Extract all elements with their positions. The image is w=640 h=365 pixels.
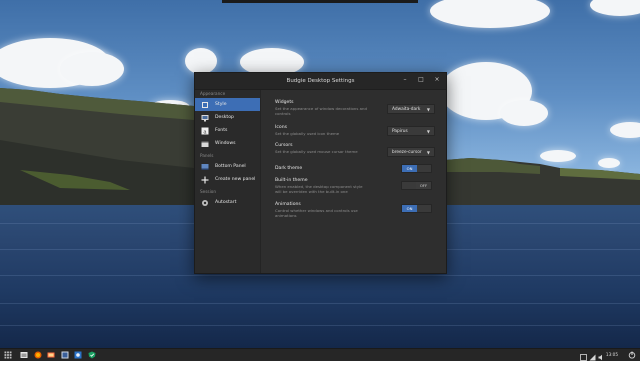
setting-widgets: Widgets Set the appearance of window dec… [275, 100, 435, 116]
setting-cursors: Cursors Set the globally used mouse curs… [275, 143, 435, 157]
window-titlebar[interactable]: Budgie Desktop Settings – □ × [195, 73, 446, 90]
dark-theme-toggle[interactable]: ON [401, 164, 432, 173]
system-tray [580, 351, 605, 361]
panel-icon [201, 163, 209, 171]
toggle-state: OFF [416, 182, 431, 189]
icons-theme-dropdown[interactable]: Papirus ▼ [387, 126, 435, 136]
widgets-theme-dropdown[interactable]: Adwaita-dark ▼ [387, 104, 435, 114]
shield-icon[interactable] [88, 351, 96, 359]
windows-icon [201, 140, 209, 148]
animations-toggle[interactable]: ON [401, 204, 432, 213]
top-edge-bar [222, 0, 418, 3]
clock[interactable]: 13:05 [606, 351, 618, 359]
builtin-theme-toggle[interactable]: OFF [401, 181, 432, 190]
firefox-icon[interactable] [34, 351, 42, 359]
screenshot-icon[interactable] [580, 346, 587, 365]
setting-description: When enabled, the desktop component styl… [275, 184, 363, 194]
dropdown-value: Adwaita-dark [392, 107, 421, 112]
cloud [590, 0, 640, 16]
sidebar-item-create-panel[interactable]: Create new panel [195, 173, 260, 186]
sidebar-item-label: Windows [215, 141, 236, 146]
sidebar-item-fonts[interactable]: a Fonts [195, 124, 260, 137]
toggle-state: ON [402, 165, 417, 172]
volume-icon[interactable] [598, 346, 605, 365]
file-manager-icon[interactable] [20, 351, 28, 359]
maximize-button[interactable]: □ [417, 76, 425, 84]
settings-content: Widgets Set the appearance of window dec… [261, 90, 446, 273]
chevron-down-icon: ▼ [426, 150, 430, 155]
sidebar-item-windows[interactable]: Windows [195, 137, 260, 150]
toggle-state: ON [402, 205, 417, 212]
close-button[interactable]: × [433, 76, 441, 84]
sidebar-item-label: Style [215, 102, 227, 107]
cloud [185, 48, 217, 74]
sidebar-item-label: Create new panel [215, 177, 256, 182]
plus-icon [201, 176, 209, 184]
media-icon[interactable] [61, 351, 69, 359]
power-icon[interactable] [628, 351, 636, 359]
gear-icon [201, 199, 209, 207]
app-menu-icon[interactable] [4, 351, 12, 359]
sidebar-item-label: Desktop [215, 115, 234, 120]
setting-description: Control whether windows and controls use… [275, 208, 358, 218]
chevron-down-icon: ▼ [426, 107, 430, 112]
setting-description: Set the appearance of window decorations… [275, 106, 367, 116]
setting-description: Set the globally used icon theme [275, 131, 340, 136]
mail-icon[interactable] [47, 351, 55, 359]
sidebar-item-label: Autostart [215, 200, 237, 205]
sidebar-item-style[interactable]: Style [195, 98, 260, 111]
dropdown-value: Papirus [392, 129, 408, 134]
desktop-icon [201, 114, 209, 122]
section-header-session: Session [200, 189, 216, 194]
fonts-icon: a [201, 127, 209, 135]
sidebar-item-label: Fonts [215, 128, 228, 133]
settings-sidebar: Appearance Style Desktop a Fonts Windows [195, 90, 261, 273]
network-icon[interactable] [589, 346, 596, 365]
sidebar-item-bottom-panel[interactable]: Bottom Panel [195, 160, 260, 173]
section-header-appearance: Appearance [200, 91, 226, 96]
image-viewer-icon[interactable] [74, 351, 82, 359]
sidebar-item-label: Bottom Panel [215, 164, 246, 169]
chevron-down-icon: ▼ [426, 129, 430, 134]
section-header-panels: Panels [200, 153, 214, 158]
cloud [430, 0, 550, 28]
minimize-button[interactable]: – [401, 76, 409, 84]
dropdown-value: breeze-cursor [392, 150, 422, 155]
sidebar-item-desktop[interactable]: Desktop [195, 111, 260, 124]
bottom-panel: 13:05 [0, 348, 640, 361]
cursors-theme-dropdown[interactable]: breeze-cursor ▼ [387, 147, 435, 157]
settings-window: Budgie Desktop Settings – □ × Appearance… [194, 72, 447, 274]
palette-icon [201, 101, 209, 109]
sidebar-item-autostart[interactable]: Autostart [195, 196, 260, 209]
setting-icons: Icons Set the globally used icon theme P… [275, 125, 435, 136]
setting-description: Set the globally used mouse cursor theme [275, 149, 358, 154]
